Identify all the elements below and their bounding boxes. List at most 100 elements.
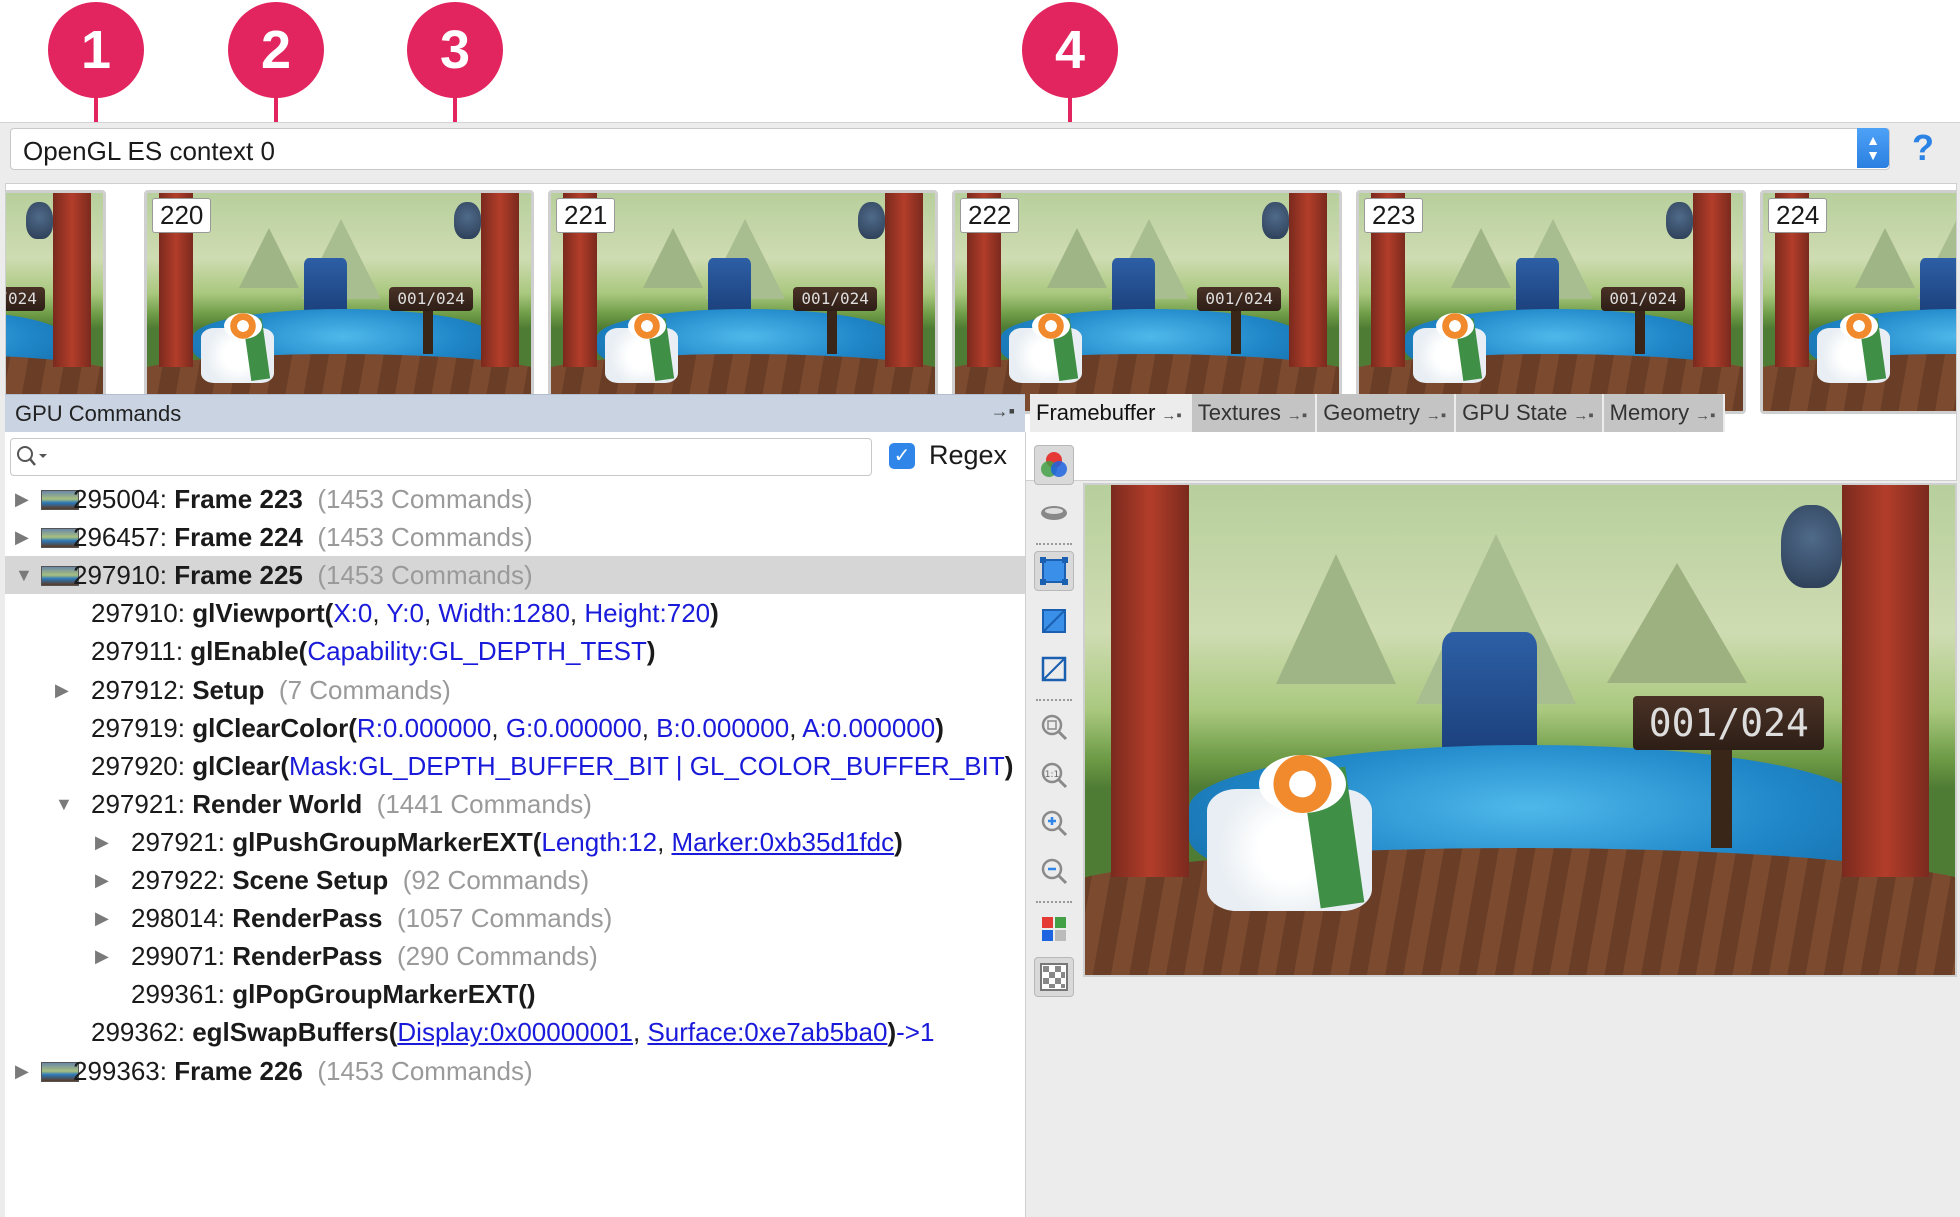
command-arg: X:0 xyxy=(333,598,373,629)
regex-checkbox[interactable]: ✓ Regex xyxy=(889,440,1007,471)
gpu-commands-title: GPU Commands xyxy=(15,401,182,426)
framebuffer-toolbar: 1:1 xyxy=(1030,437,1078,997)
command-count: (1453 Commands) xyxy=(317,522,533,553)
zoom-fit-icon[interactable] xyxy=(1034,707,1074,747)
frame-number-badge: 222 xyxy=(960,198,1020,233)
command-count: (92 Commands) xyxy=(402,865,590,895)
expanded-arrow-icon[interactable]: ▼ xyxy=(55,785,73,823)
frame-thumbnail[interactable]: 001/024 221 xyxy=(548,190,938,414)
collapsed-arrow-icon[interactable]: ▶ xyxy=(95,899,109,937)
frame-row[interactable]: ▶ 295004: Frame 223 (1453 Commands) xyxy=(5,480,1025,518)
command-id: 299361: xyxy=(131,979,225,1010)
command-row[interactable]: ▼ 297921: Render World (1441 Commands) xyxy=(5,785,1025,823)
zoom-out-icon[interactable] xyxy=(1034,851,1074,891)
frame-row[interactable]: ▶ 299363: Frame 226 (1453 Commands) xyxy=(5,1052,1025,1090)
frame-thumbnail[interactable]: 001/024 220 xyxy=(144,190,534,414)
inspector-tabs: Framebuffer →▪ Textures →▪ Geometry →▪ GPU … xyxy=(1030,394,1726,432)
regex-label: Regex xyxy=(929,440,1008,470)
command-id: 297921: xyxy=(131,826,225,857)
frame-row[interactable]: ▶ 296457: Frame 224 (1453 Commands) xyxy=(5,518,1025,556)
thumbnail-sign: 001/024 xyxy=(1196,286,1282,311)
tab-memory[interactable]: Memory →▪ xyxy=(1603,394,1726,432)
collapsed-arrow-icon[interactable]: ▶ xyxy=(15,480,29,518)
command-row[interactable]: ▶ 297922: Scene Setup (92 Commands) xyxy=(5,861,1025,899)
command-search-input[interactable] xyxy=(10,438,872,476)
command-arg: A:0.000000 xyxy=(802,712,936,743)
tab-gpu-state[interactable]: GPU State →▪ xyxy=(1456,394,1604,432)
callout-2: 2 xyxy=(228,2,324,98)
collapsed-arrow-icon[interactable]: ▶ xyxy=(55,671,69,709)
collapsed-arrow-icon[interactable]: ▶ xyxy=(95,937,109,975)
frame-row[interactable]: ▼ 297910: Frame 225 (1453 Commands) xyxy=(5,556,1025,595)
command-name: glClear xyxy=(192,750,281,781)
command-row[interactable]: ▶ 297921: glPushGroupMarkerEXT(Length:12,… xyxy=(5,823,1025,861)
color-mode-icon[interactable] xyxy=(1034,909,1074,949)
tab-framebuffer[interactable]: Framebuffer →▪ xyxy=(1030,394,1192,432)
frame-thumbnail-image: 001/024 xyxy=(6,193,103,411)
wireframe-fill-icon[interactable] xyxy=(1034,601,1074,641)
zoom-actual-icon[interactable]: 1:1 xyxy=(1034,755,1074,795)
chevron-up-down-icon: ▲ ▼ xyxy=(1857,128,1889,168)
command-row[interactable]: ▶ 297912: Setup (7 Commands) xyxy=(5,671,1025,709)
command-row[interactable]: ▶ 299071: RenderPass (290 Commands) xyxy=(5,937,1025,975)
checkerboard-icon[interactable] xyxy=(1034,957,1074,997)
wireframe-icon[interactable] xyxy=(1034,493,1074,533)
tab-geometry[interactable]: Geometry →▪ xyxy=(1317,394,1457,432)
callout-1: 1 xyxy=(48,2,144,98)
pin-icon[interactable]: →▪ xyxy=(991,401,1015,422)
framebuffer-view[interactable]: 001/024 xyxy=(1083,483,1957,977)
command-name: glPopGroupMarkerEXT() xyxy=(232,979,536,1010)
command-count: (1453 Commands) xyxy=(317,484,533,514)
gpu-commands-header: GPU Commands →▪ xyxy=(5,394,1025,433)
command-name: glClearColor xyxy=(192,712,349,743)
command-name: Setup xyxy=(192,674,265,705)
frame-thumbnail[interactable]: 001/024 222 xyxy=(952,190,1342,414)
collapsed-arrow-icon[interactable]: ▶ xyxy=(15,518,29,556)
command-count: (1441 Commands) xyxy=(376,788,592,819)
collapsed-arrow-icon[interactable]: ▶ xyxy=(95,823,109,861)
score-sign: 001/024 xyxy=(1633,695,1825,750)
frame-thumbnail[interactable]: 001/024 xyxy=(6,190,106,414)
command-arg: Length:12 xyxy=(541,826,658,857)
thumbnail-sign: 001/024 xyxy=(1600,286,1686,311)
command-name: glViewport xyxy=(192,598,325,629)
help-icon[interactable]: ? xyxy=(1912,127,1934,169)
collapsed-arrow-icon[interactable]: ▶ xyxy=(95,861,109,899)
display-link[interactable]: Display:0x00000001 xyxy=(397,1017,633,1047)
command-row[interactable]: 299361: glPopGroupMarkerEXT() xyxy=(5,975,1025,1013)
expanded-arrow-icon[interactable]: ▼ xyxy=(15,556,33,594)
context-dropdown[interactable]: OpenGL ES context 0 ▲ ▼ xyxy=(10,128,1890,170)
marker-link[interactable]: Marker:0xb35d1fdc xyxy=(672,827,895,857)
context-dropdown-label: OpenGL ES context 0 xyxy=(23,136,275,166)
framebuffer-image: 001/024 xyxy=(1085,485,1955,975)
command-row[interactable]: 297919: glClearColor(R:0.000000, G:0.000… xyxy=(5,709,1025,747)
fill-icon[interactable] xyxy=(1034,551,1074,591)
command-id: 299363: xyxy=(73,1055,167,1086)
command-row[interactable]: 297910: glViewport(X:0, Y:0, Width:1280,… xyxy=(5,594,1025,632)
command-arg: R:0.000000 xyxy=(356,712,492,743)
frame-number-badge: 221 xyxy=(556,198,616,233)
command-row[interactable]: 299362: eglSwapBuffers(Display:0x0000000… xyxy=(5,1013,1025,1051)
surface-link[interactable]: Surface:0xe7ab5ba0 xyxy=(647,1017,887,1047)
command-name: RenderPass xyxy=(232,903,383,934)
frame-thumbnail[interactable]: 224 xyxy=(1760,190,1956,414)
collapsed-arrow-icon[interactable]: ▶ xyxy=(15,1052,29,1090)
command-name: Frame 224 xyxy=(174,522,303,553)
graphics-inspector-window: OpenGL ES context 0 ▲▼ ? 001/024 001/024 2… xyxy=(0,122,1960,1217)
command-arg: Height:720 xyxy=(584,598,711,629)
command-row[interactable]: 297920: glClear(Mask:GL_DEPTH_BUFFER_BIT… xyxy=(5,747,1025,785)
return-value: ->1 xyxy=(896,1017,935,1048)
frame-thumbnail[interactable]: 001/024 223 xyxy=(1356,190,1746,414)
tab-textures[interactable]: Textures →▪ xyxy=(1191,394,1318,432)
command-id: 298014: xyxy=(131,903,225,934)
command-row[interactable]: 297911: glEnable(Capability:GL_DEPTH_TES… xyxy=(5,632,1025,670)
command-name: Render World xyxy=(192,788,363,819)
svg-text:1:1: 1:1 xyxy=(1045,770,1059,780)
toolbar-separator xyxy=(1036,543,1072,545)
wireframe-only-icon[interactable] xyxy=(1034,649,1074,689)
zoom-in-icon[interactable] xyxy=(1034,803,1074,843)
color-channels-icon[interactable] xyxy=(1034,445,1074,485)
gpu-commands-panel: ✓ Regex ▶ 295004: Frame 223 (1453 Command… xyxy=(5,432,1026,1217)
command-id: 296457: xyxy=(73,522,167,553)
command-row[interactable]: ▶ 298014: RenderPass (1057 Commands) xyxy=(5,899,1025,937)
